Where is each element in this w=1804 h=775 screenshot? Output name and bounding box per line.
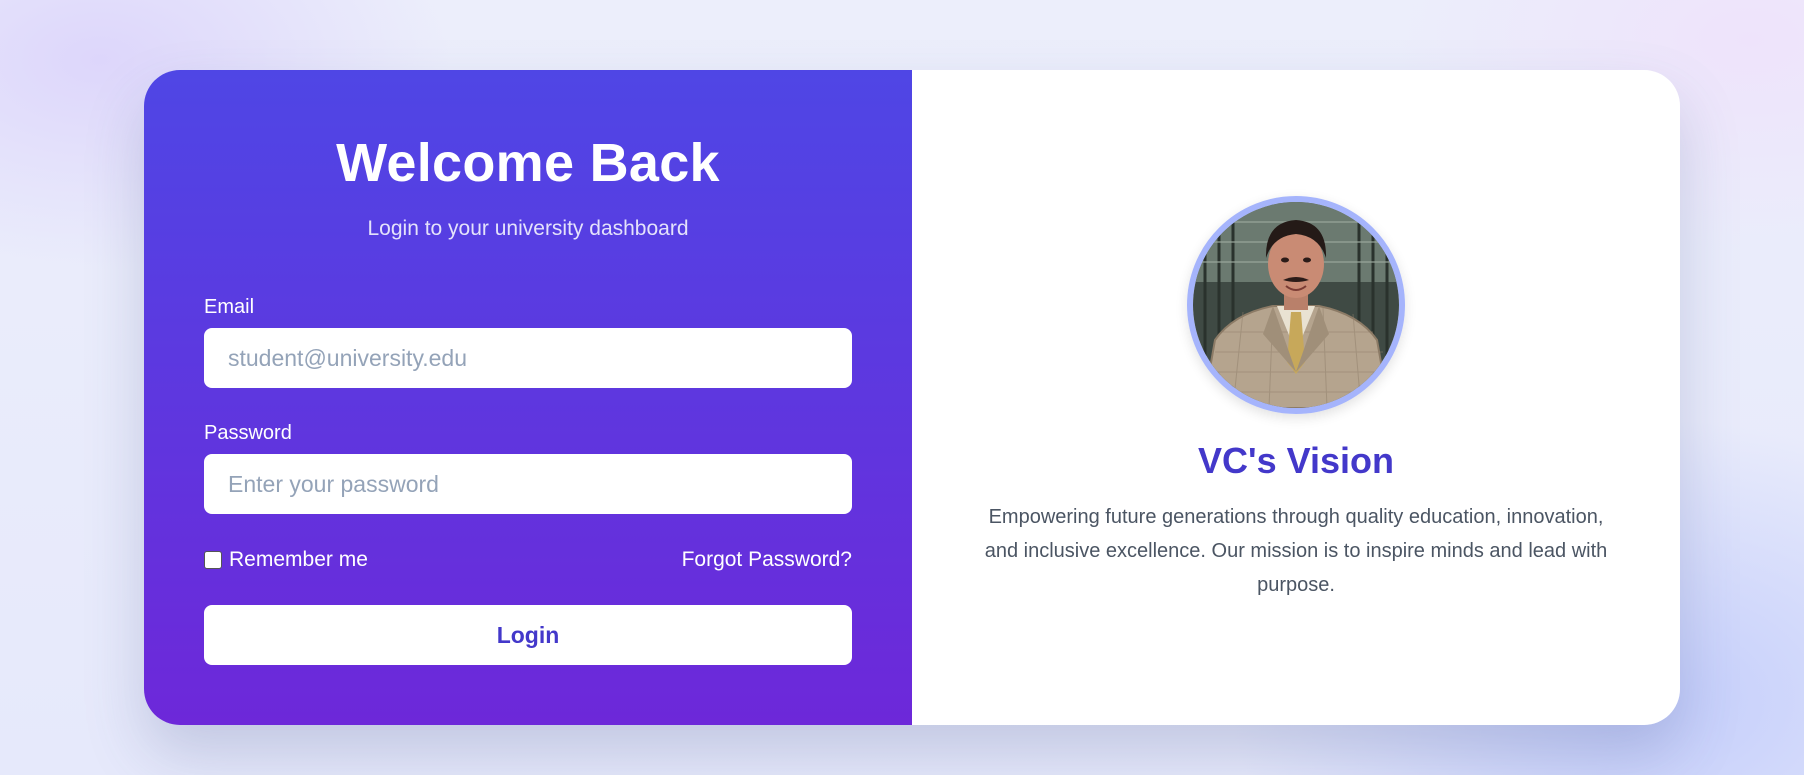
password-label: Password	[204, 422, 292, 444]
password-field[interactable]	[204, 454, 852, 514]
login-card: Welcome Back Login to your university da…	[144, 70, 1680, 725]
forgot-password-link[interactable]: Forgot Password?	[682, 548, 852, 572]
email-field[interactable]	[204, 328, 852, 388]
login-button[interactable]: Login	[204, 605, 852, 665]
vision-panel: VC's Vision Empowering future generation…	[912, 70, 1680, 725]
page-title: Welcome Back	[336, 133, 720, 193]
login-panel: Welcome Back Login to your university da…	[144, 70, 912, 725]
vision-title: VC's Vision	[1198, 440, 1394, 481]
page-subtitle: Login to your university dashboard	[367, 217, 689, 240]
email-label: Email	[204, 296, 255, 318]
remember-me-label[interactable]: Remember me	[229, 548, 368, 572]
vision-text: Empowering future generations through qu…	[984, 506, 1608, 596]
vc-portrait-image	[1193, 202, 1399, 408]
vc-photo	[1187, 196, 1405, 414]
remember-me-row: Remember me	[204, 548, 368, 572]
remember-me-checkbox[interactable]	[204, 551, 222, 569]
